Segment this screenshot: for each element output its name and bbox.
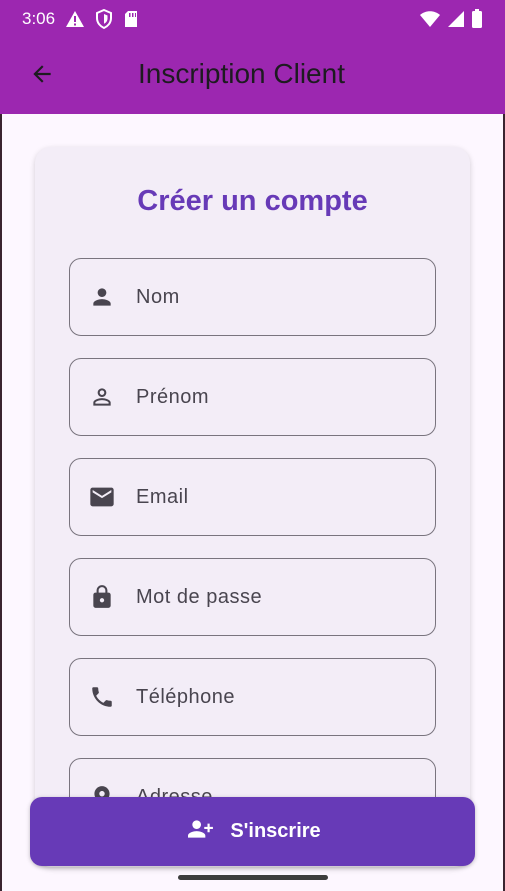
password-field-label: Mot de passe bbox=[136, 585, 263, 608]
warning-icon bbox=[65, 10, 85, 28]
email-icon bbox=[88, 483, 116, 511]
status-right bbox=[419, 9, 483, 29]
shield-icon bbox=[95, 9, 113, 29]
phone-field-label: Téléphone bbox=[136, 685, 236, 708]
name-field[interactable]: Nom bbox=[69, 258, 436, 336]
home-indicator[interactable] bbox=[178, 875, 328, 880]
app-bar: Inscription Client bbox=[0, 38, 505, 114]
sd-card-icon bbox=[123, 10, 139, 28]
register-button[interactable]: S'inscrire bbox=[30, 797, 475, 866]
arrow-back-icon bbox=[29, 61, 55, 92]
wifi-icon bbox=[419, 10, 441, 28]
name-field-label: Nom bbox=[136, 285, 180, 308]
status-left: 3:06 bbox=[22, 9, 139, 29]
person-add-icon bbox=[184, 816, 218, 847]
signal-icon bbox=[447, 10, 465, 28]
phone-field[interactable]: Téléphone bbox=[69, 658, 436, 736]
password-field[interactable]: Mot de passe bbox=[69, 558, 436, 636]
status-bar: 3:06 bbox=[0, 0, 505, 38]
battery-icon bbox=[471, 9, 483, 29]
status-time: 3:06 bbox=[22, 9, 56, 28]
person-outline-icon bbox=[88, 383, 116, 411]
register-button-label: S'inscrire bbox=[230, 820, 321, 842]
app-bar-title: Inscription Client bbox=[138, 58, 345, 89]
first-name-field-label: Prénom bbox=[136, 385, 210, 408]
email-field-label: Email bbox=[136, 485, 189, 508]
email-field[interactable]: Email bbox=[69, 458, 436, 536]
person-icon bbox=[88, 283, 116, 311]
first-name-field[interactable]: Prénom bbox=[69, 358, 436, 436]
registration-card: Créer un compte Nom Prénom Email Mot de … bbox=[35, 147, 470, 867]
back-button[interactable] bbox=[22, 56, 62, 96]
phone-icon bbox=[88, 683, 116, 711]
lock-icon bbox=[88, 583, 116, 611]
window-edge-left bbox=[0, 0, 2, 891]
form-title: Créer un compte bbox=[137, 185, 368, 217]
